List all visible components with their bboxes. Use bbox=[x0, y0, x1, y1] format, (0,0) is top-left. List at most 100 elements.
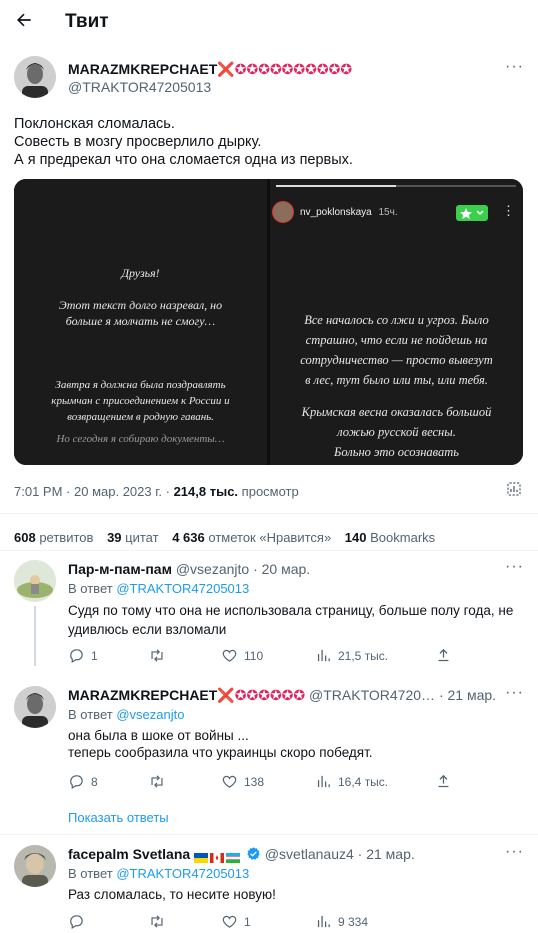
thread-line bbox=[34, 606, 36, 666]
reply-author-handle[interactable]: @svetlanauz4 bbox=[265, 846, 354, 862]
heart-icon bbox=[222, 649, 237, 662]
likes-label: отметок «Нравится» bbox=[208, 530, 332, 545]
story-line: Но сегодня я собираю документы… bbox=[56, 433, 225, 445]
reply-author-handle[interactable]: @vsezanjto bbox=[176, 561, 249, 577]
likes-stat[interactable]: 4 636 отметок «Нравится» bbox=[172, 530, 331, 545]
avatar[interactable] bbox=[14, 560, 56, 602]
star-badge-icon bbox=[456, 205, 488, 221]
like-button[interactable]: 1 bbox=[221, 913, 251, 930]
author-name[interactable]: MARAZMKREPCHAET❌✪✪✪✪✪✪✪✪✪✪ bbox=[68, 61, 352, 78]
reply-to-link[interactable]: @TRAKTOR47205013 bbox=[116, 866, 249, 881]
more-options-icon[interactable]: ··· bbox=[505, 58, 524, 76]
like-count: 138 bbox=[244, 774, 265, 789]
reply-count: 8 bbox=[91, 774, 98, 789]
analytics-icon[interactable] bbox=[505, 480, 523, 503]
reply-header: Пар-м-пам-пам @vsezanjto · 20 мар. bbox=[68, 561, 310, 577]
reply-date[interactable]: · 21 мар. bbox=[439, 687, 496, 703]
heart-icon bbox=[222, 915, 237, 928]
tweet-text-line: Совесть в мозгу просверлило дырку. bbox=[14, 134, 262, 150]
avatar[interactable] bbox=[14, 845, 56, 887]
retweet-icon bbox=[151, 649, 163, 662]
divider bbox=[0, 513, 538, 514]
avatar[interactable] bbox=[14, 686, 56, 728]
reply-date[interactable]: · 20 мар. bbox=[253, 561, 310, 577]
more-options-icon[interactable]: ··· bbox=[505, 843, 524, 861]
tweet-time[interactable]: 7:01 PM bbox=[14, 484, 62, 499]
reply-to-link[interactable]: @TRAKTOR47205013 bbox=[116, 581, 249, 596]
story-line: Завтра я должна была поздравлять bbox=[55, 379, 226, 391]
story-progress-fill bbox=[276, 185, 396, 187]
reply-to-label: В ответ bbox=[68, 707, 113, 722]
reply-text-line: удивлюсь если взломали bbox=[68, 622, 227, 637]
reply-icon bbox=[70, 649, 83, 663]
show-more-replies-link[interactable]: Показать ответы bbox=[68, 810, 169, 825]
retweets-label: ретвитов bbox=[39, 530, 94, 545]
tweet-text-line: А я предрекал что она сломается одна из … bbox=[14, 152, 353, 168]
arrow-left-icon[interactable] bbox=[14, 10, 34, 36]
reply-button[interactable] bbox=[68, 913, 91, 930]
media-image-left[interactable]: Друзья! Этот текст долго назревал, но бо… bbox=[14, 179, 267, 465]
views-icon bbox=[317, 915, 330, 928]
reply-date[interactable]: · 21 мар. bbox=[358, 846, 415, 862]
author-handle[interactable]: @TRAKTOR47205013 bbox=[68, 79, 211, 95]
views-label: просмотр bbox=[241, 484, 299, 499]
reply-author-name[interactable]: Пар-м-пам-пам bbox=[68, 561, 172, 577]
views-button[interactable]: 21,5 тыс. bbox=[315, 647, 388, 664]
like-button[interactable]: 138 bbox=[221, 773, 264, 790]
like-count: 1 bbox=[244, 914, 251, 929]
bookmarks-stat[interactable]: 140 Bookmarks bbox=[345, 530, 435, 545]
retweet-button[interactable] bbox=[148, 773, 172, 790]
story-line: Больно это осознавать bbox=[334, 445, 459, 459]
quotes-label: цитат bbox=[125, 530, 159, 545]
more-options-icon[interactable]: ··· bbox=[505, 558, 524, 576]
tweet-media[interactable]: Друзья! Этот текст долго назревал, но бо… bbox=[14, 179, 523, 465]
ukraine-flag-icon bbox=[194, 850, 209, 864]
retweet-icon bbox=[151, 775, 163, 788]
retweets-stat[interactable]: 608 ретвитов bbox=[14, 530, 93, 545]
reply-icon bbox=[70, 775, 83, 789]
page-title: Твит bbox=[65, 11, 109, 32]
like-button[interactable]: 110 bbox=[221, 647, 263, 664]
tweet-meta: 7:01 PM · 20 мар. 2023 г. · 214,8 тыс. п… bbox=[14, 484, 299, 499]
views-count: 214,8 тыс. bbox=[173, 484, 239, 499]
retweet-button[interactable] bbox=[148, 647, 172, 664]
reply-text-line: теперь сообразила что украинцы скоро поб… bbox=[68, 745, 373, 760]
avatar[interactable] bbox=[14, 56, 56, 98]
reply-author-name[interactable]: facepalm Svetlana bbox=[68, 846, 190, 862]
more-vertical-icon: ⋮ bbox=[502, 203, 515, 218]
reply-to-link[interactable]: @vsezanjto bbox=[116, 707, 184, 722]
reply-author-name[interactable]: MARAZMKREPCHAET bbox=[68, 687, 217, 703]
story-line: Все началось со лжи и угроз. Было bbox=[304, 313, 489, 327]
views-button[interactable]: 9 334 bbox=[315, 913, 368, 930]
author-name-text[interactable]: MARAZMKREPCHAET bbox=[68, 61, 217, 77]
divider bbox=[0, 550, 538, 551]
story-line: Друзья! bbox=[121, 266, 160, 280]
quotes-stat[interactable]: 39 цитат bbox=[107, 530, 159, 545]
reply-author-handle[interactable]: @TRAKTOR4720… bbox=[309, 687, 435, 703]
retweet-button[interactable] bbox=[148, 913, 172, 930]
author-name-suffix: ❌✪✪✪✪✪✪✪✪✪✪ bbox=[217, 61, 353, 77]
tweet-stats: 608 ретвитов 39 цитат 4 636 отметок «Нра… bbox=[14, 530, 435, 545]
reply-button[interactable]: 1 bbox=[68, 647, 98, 664]
views-count: 16,4 тыс. bbox=[338, 774, 389, 789]
reply-count: 1 bbox=[91, 648, 98, 663]
views-button[interactable]: 16,4 тыс. bbox=[315, 773, 388, 790]
reply-text: Раз сломалась, то несите новую! bbox=[68, 886, 276, 903]
reply-header: MARAZMKREPCHAET❌✪✪✪✪✪✪ @TRAKTOR4720… · 2… bbox=[68, 687, 498, 704]
reply-actions: 1 110 21,5 тыс. bbox=[68, 647, 453, 667]
media-image-right[interactable]: nv_poklonskaya 15ч. ⋮ Все началось со лж… bbox=[270, 179, 523, 465]
reply-author-suffix: ❌✪✪✪✪✪✪ bbox=[217, 687, 306, 703]
views-icon bbox=[317, 649, 330, 662]
uzbekistan-flag-icon bbox=[226, 850, 241, 864]
story-line: в лес, тут было или ты, или тебя. bbox=[305, 373, 488, 387]
share-button[interactable] bbox=[435, 773, 452, 790]
reply-button[interactable]: 8 bbox=[68, 773, 98, 790]
share-button[interactable] bbox=[435, 647, 452, 664]
story-text-left: Друзья! Этот текст долго назревал, но бо… bbox=[14, 265, 267, 447]
tweet-date[interactable]: 20 мар. 2023 г. bbox=[74, 484, 162, 499]
more-options-icon[interactable]: ··· bbox=[505, 684, 524, 702]
reply-actions: 1 9 334 bbox=[68, 913, 453, 933]
reply-actions: 8 138 16,4 тыс. bbox=[68, 773, 453, 793]
reply-text: она была в шоке от войны ... теперь сооб… bbox=[68, 727, 528, 761]
tweet-text: Поклонская сломалась. Совесть в мозгу пр… bbox=[14, 115, 524, 169]
